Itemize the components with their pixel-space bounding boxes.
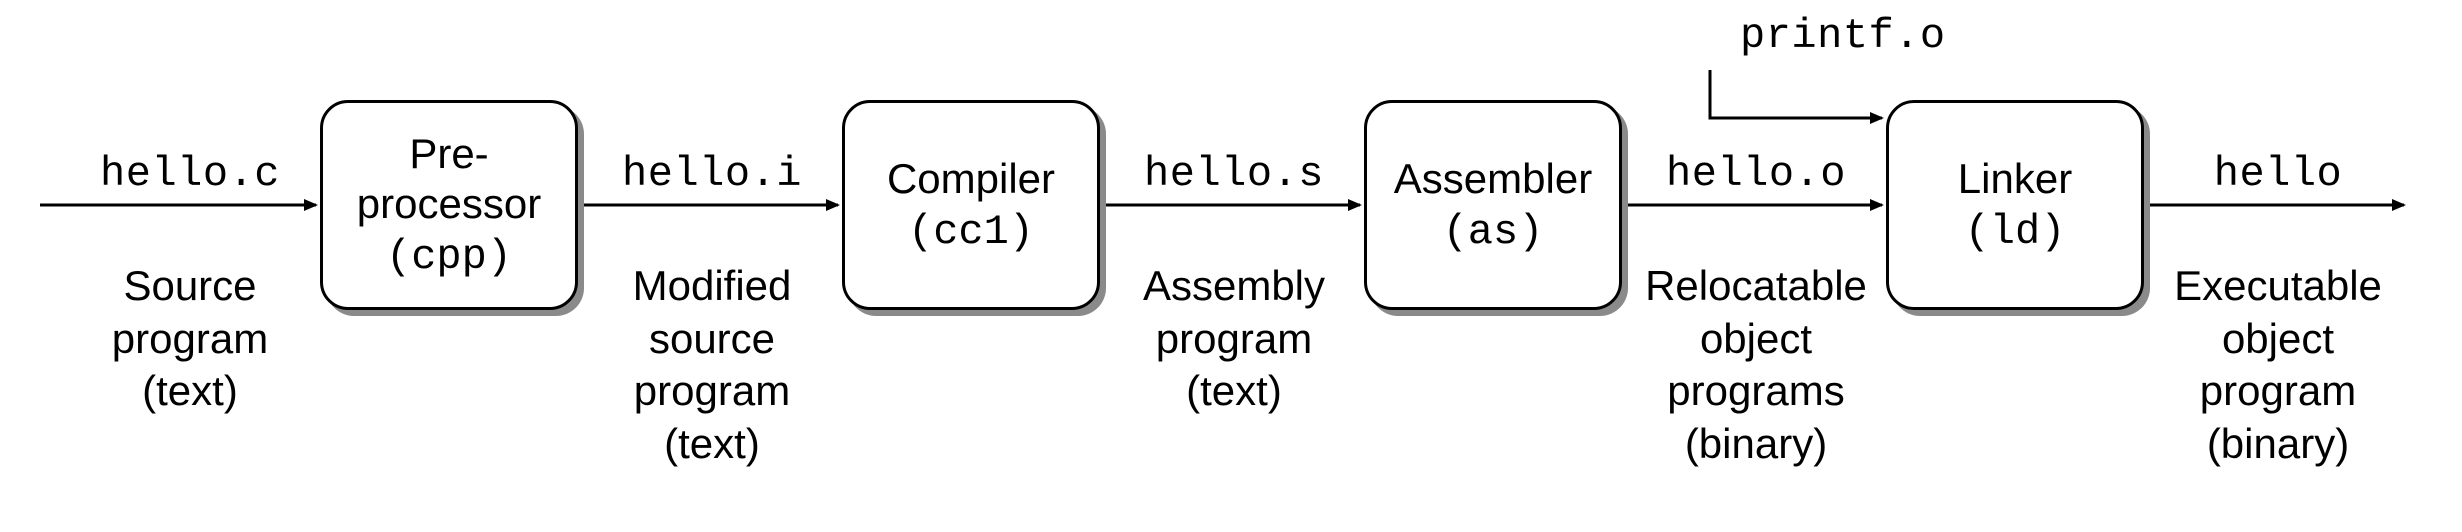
compilation-pipeline-diagram: printf.o hello.c Sourceprogram(text) Pre… bbox=[0, 0, 2462, 532]
arrow1-file: hello.i bbox=[582, 150, 842, 198]
external-input-file: printf.o bbox=[1740, 12, 1980, 60]
arrow3-desc: Relocatableobjectprograms(binary) bbox=[1616, 260, 1896, 470]
arrow2-file: hello.s bbox=[1104, 150, 1364, 198]
stage0-tool: (cpp) bbox=[386, 233, 512, 281]
stage-compiler: Compiler (cc1) bbox=[842, 100, 1100, 310]
stage0-title: Pre-processor bbox=[357, 129, 541, 228]
stage3-tool: (ld) bbox=[1965, 208, 2066, 256]
arrow0-file: hello.c bbox=[60, 150, 320, 198]
arrow4-desc: Executableobjectprogram(binary) bbox=[2138, 260, 2418, 470]
stage1-title: Compiler bbox=[887, 154, 1055, 204]
arrow4-file: hello bbox=[2148, 150, 2408, 198]
arrow0-desc: Sourceprogram(text) bbox=[50, 260, 330, 418]
stage2-tool: (as) bbox=[1443, 208, 1544, 256]
arrow3-file: hello.o bbox=[1626, 150, 1886, 198]
stage-assembler: Assembler (as) bbox=[1364, 100, 1622, 310]
arrow2-desc: Assemblyprogram(text) bbox=[1094, 260, 1374, 418]
stage3-title: Linker bbox=[1958, 154, 2072, 204]
stage-preprocessor: Pre-processor (cpp) bbox=[320, 100, 578, 310]
arrow1-desc: Modifiedsourceprogram(text) bbox=[572, 260, 852, 470]
stage2-title: Assembler bbox=[1394, 154, 1592, 204]
stage-linker: Linker (ld) bbox=[1886, 100, 2144, 310]
stage1-tool: (cc1) bbox=[908, 208, 1034, 256]
